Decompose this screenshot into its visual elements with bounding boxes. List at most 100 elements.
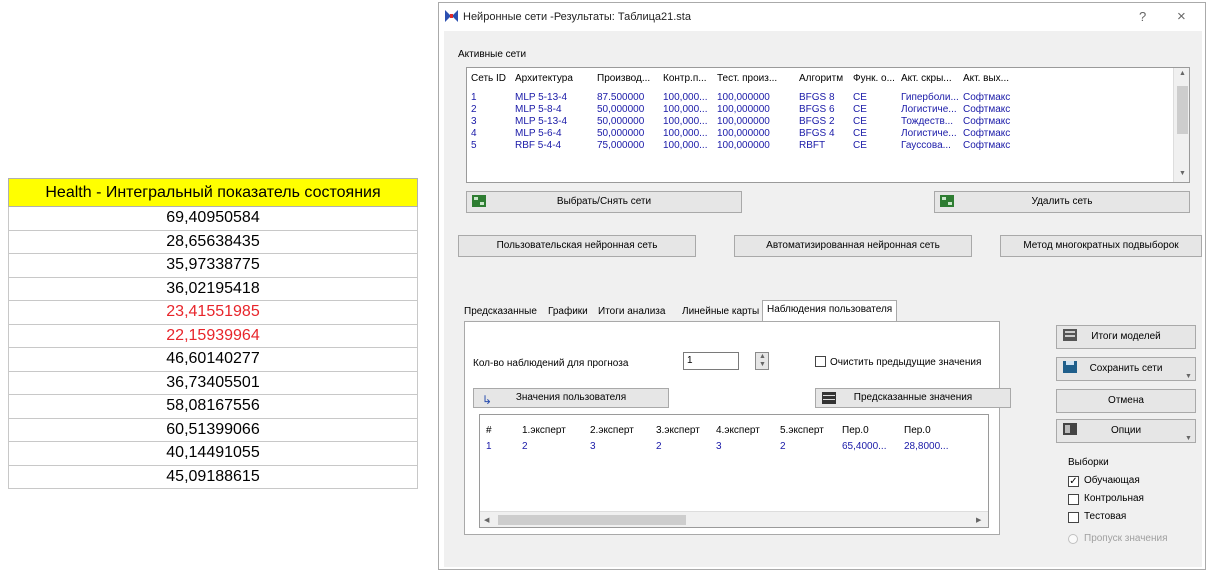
dropdown-arrow-icon[interactable]: ▼ (1185, 366, 1192, 388)
obs-column-header[interactable]: 4.эксперт (716, 425, 760, 436)
sheet-cell[interactable]: 22,15939964 (8, 324, 418, 348)
obs-cell[interactable]: 28,8000... (904, 441, 948, 452)
delete-net-button[interactable]: Удалить сеть (934, 191, 1190, 213)
table-cell: BFGS 6 (799, 104, 835, 115)
save-icon (1063, 361, 1077, 373)
table-cell: MLP 5-13-4 (515, 116, 568, 127)
sample-checkbox[interactable] (1068, 494, 1079, 505)
sheet-cell[interactable]: 28,65638435 (8, 230, 418, 254)
sample-label: Контрольная (1084, 493, 1144, 504)
user-values-button[interactable]: ↳ Значения пользователя (473, 388, 669, 408)
scrollbar-thumb[interactable] (1177, 86, 1188, 134)
dropdown-arrow-icon[interactable]: ▼ (1185, 428, 1192, 450)
title-bar[interactable]: Нейронные сети -Результаты: Таблица21.st… (439, 3, 1205, 31)
clear-previous-checkbox[interactable] (815, 356, 826, 367)
scroll-up-arrow-icon[interactable]: ▲ (1179, 70, 1186, 77)
table-row[interactable]: 2 MLP 5-8-4 50,000000 100,000... 100,000000 B… (467, 104, 1173, 116)
tab-custom-observations[interactable]: Наблюдения пользователя (762, 300, 898, 322)
nets-column-header[interactable]: Производ... (597, 73, 650, 84)
nets-column-header[interactable]: Акт. вых... (963, 73, 1009, 84)
select-nets-button[interactable]: Выбрать/Снять сети (466, 191, 742, 213)
scroll-left-arrow-icon[interactable]: ◀ (484, 516, 489, 524)
nets-column-header[interactable]: Архитектура (515, 73, 573, 84)
obs-horizontal-scrollbar[interactable]: ◀ ▶ (480, 511, 988, 527)
tab-summary[interactable]: Итоги анализа (594, 303, 669, 321)
tab-line-maps[interactable]: Линейные карты (678, 303, 763, 321)
custom-observations-table[interactable]: #1.эксперт 2.эксперт 3.эксперт 4.эксперт 5.э… (479, 414, 989, 528)
tab-predicted[interactable]: Предсказанные (460, 303, 541, 321)
table-cell: CE (853, 140, 867, 151)
sample-checkbox[interactable]: ✓ (1068, 476, 1079, 487)
help-icon[interactable]: ? (1139, 9, 1146, 24)
automated-neural-net-button[interactable]: Автоматизированная нейронная сеть (734, 235, 972, 257)
obs-cell[interactable]: 3 (716, 441, 722, 452)
obs-column-header[interactable]: 2.эксперт (590, 425, 634, 436)
predicted-values-button[interactable]: Предсказанные значения (815, 388, 1011, 408)
spin-up-icon[interactable]: ▲ (759, 353, 766, 360)
obs-count-input[interactable]: 1 (683, 352, 739, 370)
sheet-cell[interactable]: 60,51399066 (8, 418, 418, 442)
nets-vertical-scrollbar[interactable]: ▲ ▼ (1173, 68, 1189, 182)
custom-neural-net-button[interactable]: Пользовательская нейронная сеть (458, 235, 696, 257)
table-cell: Тождеств... (901, 116, 954, 127)
obs-column-header[interactable]: 3.эксперт (656, 425, 700, 436)
obs-cell[interactable]: 2 (780, 441, 786, 452)
nets-column-header[interactable]: Алгоритм (799, 73, 843, 84)
nets-column-header[interactable]: Акт. скры... (901, 73, 952, 84)
table-row[interactable]: 4 MLP 5-6-4 50,000000 100,000... 100,000000 B… (467, 128, 1173, 140)
sheet-cell[interactable]: 40,14491055 (8, 442, 418, 466)
obs-count-spinner[interactable]: ▲ ▼ (755, 352, 769, 370)
window-title: Нейронные сети -Результаты: Таблица21.st… (463, 11, 691, 23)
obs-cell[interactable]: 65,4000... (842, 441, 886, 452)
active-nets-table[interactable]: Сеть ID Архитектура Производ... Контр.п... Т… (466, 67, 1190, 183)
cancel-button[interactable]: Отмена (1056, 389, 1196, 413)
save-networks-button[interactable]: Сохранить сети ▼ (1056, 357, 1196, 381)
table-cell: BFGS 2 (799, 116, 835, 127)
obs-column-header[interactable]: Пер.0 (842, 425, 869, 436)
models-summary-button[interactable]: Итоги моделей (1056, 325, 1196, 349)
obs-cell[interactable]: 2 (656, 441, 662, 452)
sheet-cell[interactable]: 36,02195418 (8, 277, 418, 301)
table-cell: 50,000000 (597, 104, 645, 115)
nets-column-header[interactable]: Тест. произ... (717, 73, 777, 84)
obs-column-header[interactable]: 1.эксперт (522, 425, 566, 436)
table-row[interactable]: 1 MLP 5-13-4 87.500000 100,000... 100,000000… (467, 92, 1173, 104)
table-row[interactable]: 3 MLP 5-13-4 50,000000 100,000... 100,000000… (467, 116, 1173, 128)
scroll-down-arrow-icon[interactable]: ▼ (1179, 170, 1186, 177)
tab-graphs[interactable]: Графики (544, 303, 592, 321)
options-button[interactable]: Опции ▼ (1056, 419, 1196, 443)
sample-checkbox[interactable] (1068, 512, 1079, 523)
sheet-cell[interactable]: 46,60140277 (8, 348, 418, 372)
sheet-cell[interactable]: 36,73405501 (8, 371, 418, 395)
nets-column-header[interactable]: Функ. о... (853, 73, 895, 84)
sheet-cell[interactable]: 58,08167556 (8, 395, 418, 419)
table-cell: Софтмакс (963, 128, 1011, 139)
table-cell: 50,000000 (597, 116, 645, 127)
sheet-cell[interactable]: 45,09188615 (8, 465, 418, 489)
spin-down-icon[interactable]: ▼ (759, 361, 766, 368)
sheet-cell[interactable]: 23,41551985 (8, 301, 418, 325)
scrollbar-thumb[interactable] (498, 515, 686, 525)
obs-cell[interactable]: 1 (486, 441, 492, 452)
table-cell: 100,000000 (717, 116, 770, 127)
nets-column-header[interactable]: Сеть ID (471, 73, 506, 84)
obs-cell[interactable]: 3 (590, 441, 596, 452)
obs-cell[interactable]: 2 (522, 441, 528, 452)
table-cell: Логистиче... (901, 104, 957, 115)
table-cell: Софтмакс (963, 116, 1011, 127)
table-cell: 100,000000 (717, 104, 770, 115)
close-icon[interactable]: × (1177, 8, 1186, 25)
multiple-sampling-button[interactable]: Метод многократных подвыборок (1000, 235, 1202, 257)
column-header[interactable]: Health - Интегральный показатель состоян… (8, 178, 418, 207)
scroll-right-arrow-icon[interactable]: ▶ (976, 516, 981, 524)
obs-column-header[interactable]: # (486, 425, 492, 436)
table-row[interactable]: 5 RBF 5-4-4 75,000000 100,000... 100,000000 R… (467, 140, 1173, 152)
obs-column-header[interactable]: Пер.0 (904, 425, 931, 436)
nets-column-header[interactable]: Контр.п... (663, 73, 707, 84)
statistica-app-icon (445, 10, 458, 22)
table-cell: MLP 5-6-4 (515, 128, 562, 139)
sheet-cell[interactable]: 35,97338775 (8, 254, 418, 278)
sheet-cell[interactable]: 69,40950584 (8, 207, 418, 231)
table-cell: MLP 5-13-4 (515, 92, 568, 103)
obs-column-header[interactable]: 5.эксперт (780, 425, 824, 436)
